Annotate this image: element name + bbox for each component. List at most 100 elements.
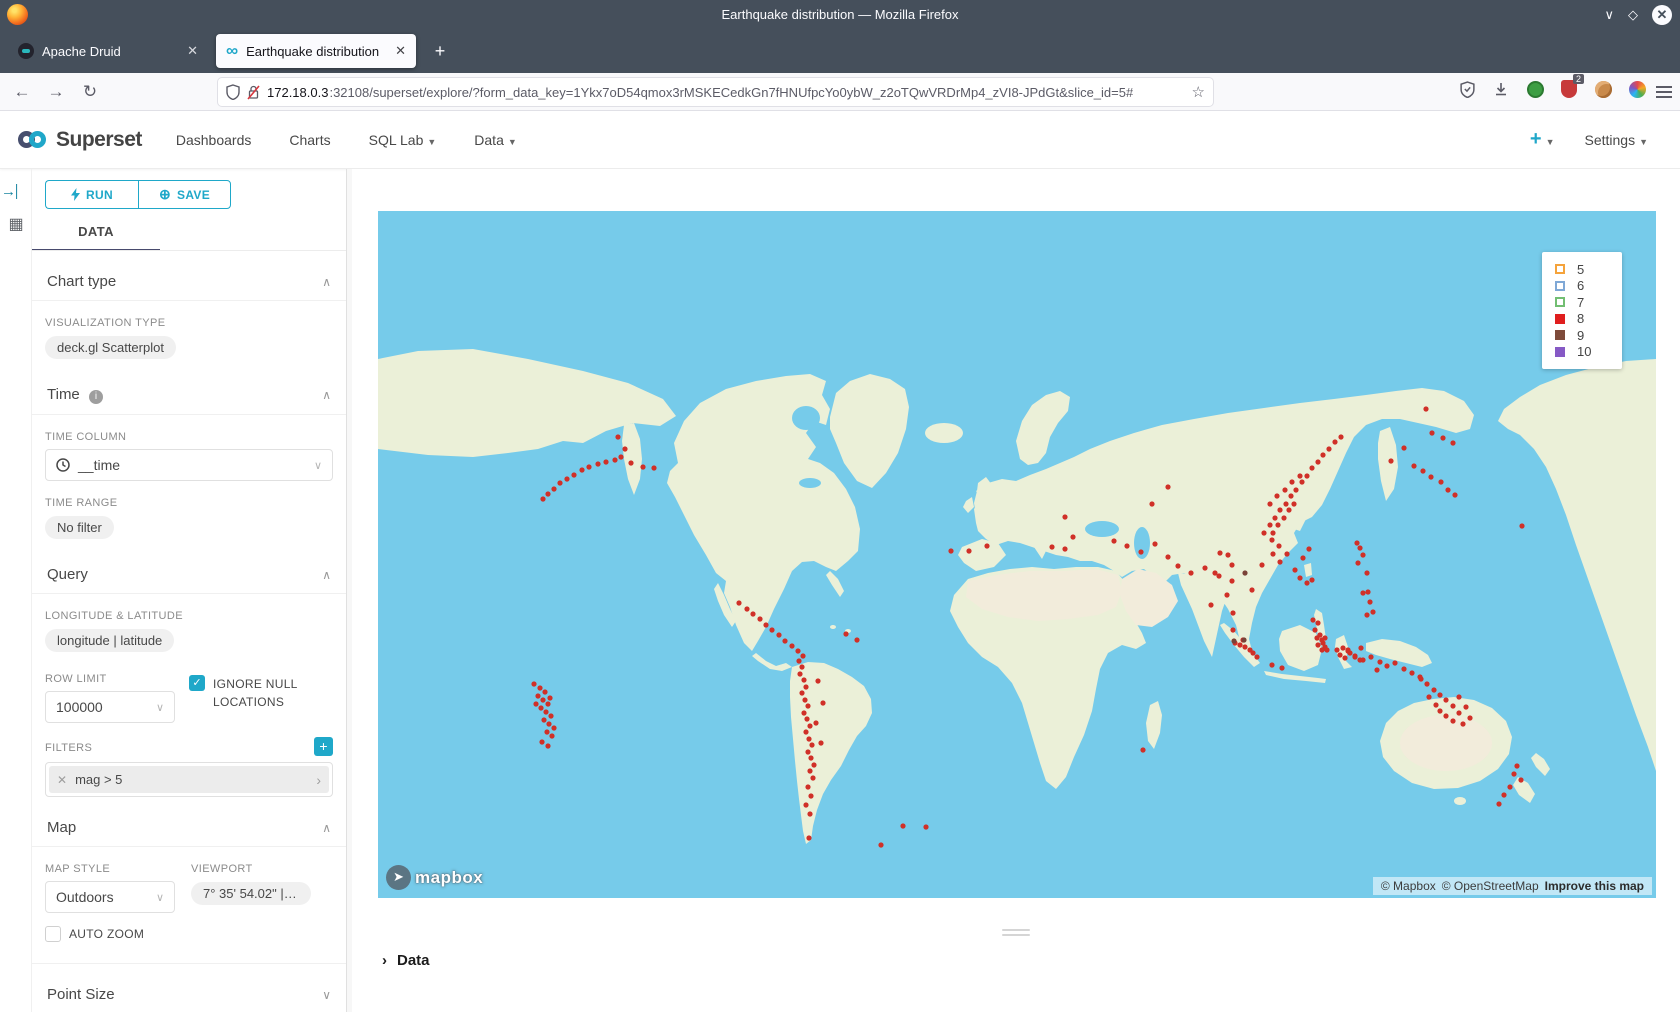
ignore-null-checkbox[interactable]: ✓	[189, 675, 205, 691]
visualization-type-value[interactable]: deck.gl Scatterplot	[45, 336, 176, 359]
legend-label: 10	[1577, 344, 1591, 359]
nav-data[interactable]: Data▼	[474, 132, 517, 148]
legend-swatch-icon	[1555, 264, 1565, 274]
time-column-label: TIME COLUMN	[45, 431, 333, 443]
time-range-value[interactable]: No filter	[45, 516, 114, 539]
info-icon: i	[89, 390, 103, 404]
legend-swatch-icon	[1555, 281, 1565, 291]
extension-pinwheel-icon[interactable]	[1622, 81, 1652, 103]
url-toolbar: ← → ↻ 172.18.0.3 :32108/superset/explore…	[0, 73, 1680, 111]
firefox-menu-icon[interactable]	[1656, 83, 1672, 101]
reload-icon[interactable]: ↻	[76, 82, 104, 102]
row-limit-select[interactable]: 100000 ∨	[45, 691, 175, 723]
legend-item[interactable]: 6	[1555, 278, 1622, 295]
cookie-extension-icon[interactable]	[1588, 81, 1618, 103]
bookmark-star-icon[interactable]: ☆	[1192, 83, 1205, 101]
map-canvas[interactable]: 56 78 910 ➤ mapbox © Mapbox © OpenStreetMa…	[378, 211, 1656, 898]
chevron-up-icon: ∧	[322, 275, 331, 289]
data-panel-toggle[interactable]: › Data	[382, 952, 430, 969]
download-icon[interactable]	[1486, 81, 1516, 102]
nav-charts[interactable]: Charts	[289, 132, 330, 148]
close-window-icon[interactable]: ✕	[1652, 5, 1672, 25]
clock-icon	[56, 458, 70, 472]
chart-area: Earthquake distribution ☆ ✎ Altered 73k …	[352, 169, 1680, 1012]
legend-label: 6	[1577, 278, 1584, 293]
section-point-size[interactable]: Point Size∨	[45, 964, 333, 1012]
ignore-null-label: IGNORE NULL LOCATIONS	[213, 675, 303, 711]
lonlat-value[interactable]: longitude | latitude	[45, 629, 174, 652]
legend-label: 5	[1577, 262, 1584, 277]
attribution-mapbox-link[interactable]: © Mapbox	[1381, 879, 1436, 893]
forward-icon[interactable]: →	[42, 82, 70, 102]
viewport-value[interactable]: 7° 35' 54.02" | 31...	[191, 882, 311, 905]
chevron-down-icon: ∨	[156, 891, 164, 904]
map-style-select[interactable]: Outdoors ∨	[45, 881, 175, 913]
chevron-up-icon: ∧	[322, 388, 331, 402]
chevron-down-icon: ∨	[322, 988, 331, 1002]
privacy-badger-icon[interactable]	[1520, 81, 1550, 103]
section-time[interactable]: Time i ∧	[45, 364, 333, 414]
legend-item[interactable]: 9	[1555, 327, 1622, 344]
save-button[interactable]: ⊕ SAVE	[138, 180, 231, 209]
legend-item[interactable]: 5	[1555, 261, 1622, 278]
section-chart-type[interactable]: Chart type∧	[45, 251, 333, 300]
control-panel: RUN ⊕ SAVE DATA Chart type∧ VISUALIZATIO…	[32, 169, 347, 1012]
dataset-grid-icon[interactable]: ▦	[0, 214, 32, 234]
world-map	[378, 211, 1656, 898]
attribution-osm-link[interactable]: © OpenStreetMap	[1442, 879, 1539, 893]
url-bar[interactable]: 172.18.0.3 :32108/superset/explore/?form…	[218, 78, 1213, 106]
add-new-button[interactable]: +▼	[1530, 128, 1555, 151]
attribution-improve-link[interactable]: Improve this map	[1545, 879, 1644, 893]
filter-chip[interactable]: ✕ mag > 5 ›	[49, 766, 329, 793]
auto-zoom-checkbox[interactable]	[45, 926, 61, 942]
legend-label: 8	[1577, 311, 1584, 326]
expand-datasource-icon[interactable]: →⎸	[0, 183, 32, 200]
back-icon[interactable]: ←	[8, 82, 36, 102]
mapbox-logo-text: mapbox	[415, 868, 483, 888]
close-tab-icon[interactable]: ✕	[395, 43, 406, 59]
legend-item[interactable]: 8	[1555, 311, 1622, 328]
mapbox-logo[interactable]: ➤ mapbox	[386, 865, 483, 890]
run-button[interactable]: RUN	[45, 180, 138, 209]
resize-handle[interactable]	[1002, 926, 1030, 939]
tracking-shield-icon[interactable]	[226, 84, 240, 100]
chevron-down-icon: ∨	[156, 701, 164, 714]
legend-label: 9	[1577, 328, 1584, 343]
chevron-right-icon[interactable]: ›	[316, 772, 321, 788]
nav-dashboards[interactable]: Dashboards	[176, 132, 252, 148]
url-path: :32108/superset/explore/?form_data_key=1…	[329, 85, 1133, 100]
map-style-label: MAP STYLE	[45, 863, 175, 875]
add-filter-button[interactable]: +	[314, 737, 333, 756]
new-tab-button[interactable]: +	[428, 39, 452, 63]
legend-swatch-icon	[1555, 347, 1565, 357]
nav-sql-lab[interactable]: SQL Lab▼	[369, 132, 437, 148]
settings-menu[interactable]: Settings▼	[1584, 132, 1648, 148]
pocket-shield-icon[interactable]	[1452, 81, 1482, 103]
legend-label: 7	[1577, 295, 1584, 310]
legend-swatch-icon	[1555, 314, 1565, 324]
superset-logo-icon[interactable]	[29, 131, 46, 148]
druid-logo-icon	[18, 43, 34, 59]
insecure-lock-icon[interactable]	[247, 85, 260, 100]
superset-navbar: Superset Dashboards Charts SQL Lab▼ Data…	[0, 111, 1680, 169]
tab-earthquake-distribution[interactable]: ∞ Earthquake distribution ✕	[216, 34, 416, 68]
superset-brand[interactable]: Superset	[56, 128, 142, 152]
ublock-badge: 2	[1573, 74, 1584, 84]
ublock-icon[interactable]: 2	[1554, 80, 1584, 103]
minimize-icon[interactable]: ∨	[1604, 7, 1614, 23]
time-column-select[interactable]: __time ∨	[45, 449, 333, 481]
tab-apache-druid[interactable]: Apache Druid ✕	[8, 34, 208, 68]
window-title: Earthquake distribution — Mozilla Firefo…	[0, 0, 1680, 29]
section-map[interactable]: Map∧	[45, 797, 333, 846]
tab-data[interactable]: DATA	[32, 224, 160, 251]
section-query[interactable]: Query∧	[45, 544, 333, 593]
filters-label: FILTERS	[45, 742, 92, 754]
url-host: 172.18.0.3	[267, 85, 328, 100]
remove-filter-icon[interactable]: ✕	[57, 773, 67, 787]
legend-item[interactable]: 10	[1555, 344, 1622, 361]
lightning-icon	[71, 188, 80, 201]
close-tab-icon[interactable]: ✕	[187, 43, 198, 59]
legend-item[interactable]: 7	[1555, 294, 1622, 311]
maximize-icon[interactable]: ◇	[1628, 7, 1638, 23]
chevron-up-icon: ∧	[322, 821, 331, 835]
